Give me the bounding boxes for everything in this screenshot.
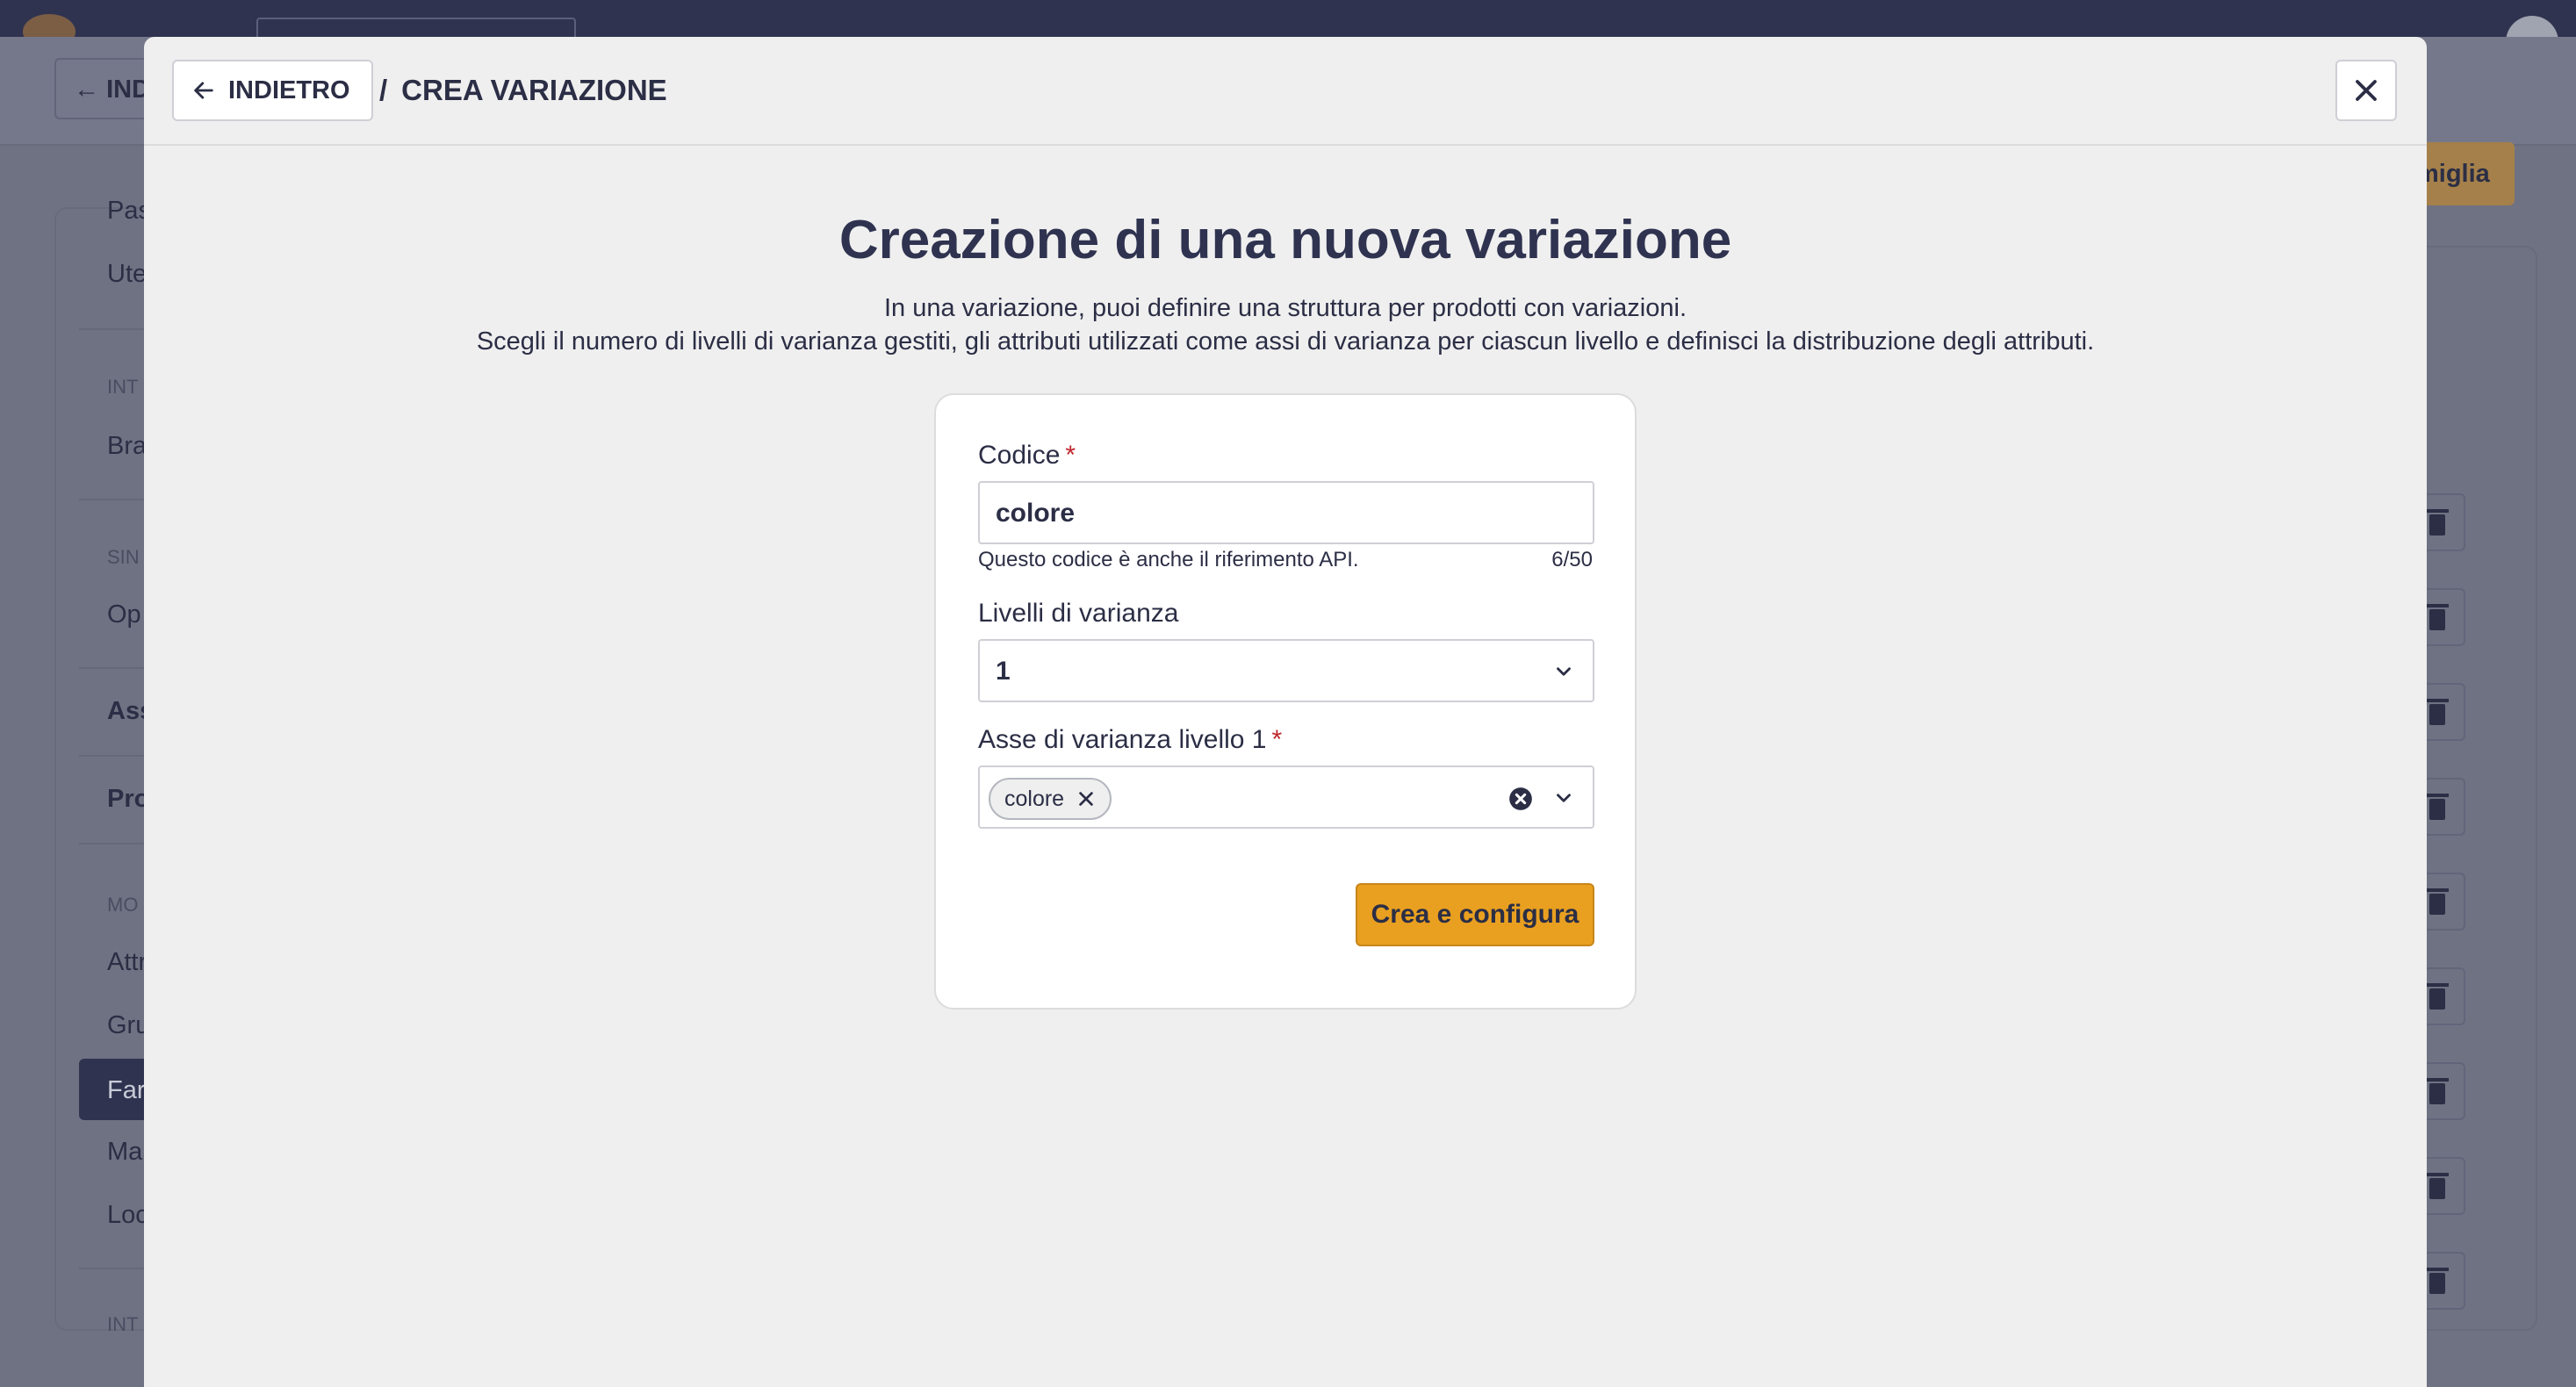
sidebar-item-label: Far [107, 1076, 146, 1104]
arrow-left-icon [194, 82, 213, 99]
clear-all-icon[interactable] [1508, 787, 1533, 811]
breadcrumb-separator: / [379, 74, 388, 106]
required-mark: * [1271, 725, 1283, 754]
code-input-value: colore [996, 499, 1076, 528]
breadcrumb: / CREA VARIAZIONE [379, 74, 667, 107]
code-label-text: Codice [978, 441, 1061, 470]
form-card: Codice * colore Questo codice è anche il … [934, 393, 1637, 1010]
sidebar-item: Loc [107, 1201, 148, 1229]
subtitle-line: In una variazione, puoi definire una str… [883, 294, 1687, 322]
sidebar-section: MO [107, 894, 139, 916]
sidebar-section: INT [107, 1313, 139, 1335]
chevron-down-icon [1557, 667, 1571, 676]
code-helper-text: Questo codice è anche il riferimento API… [978, 548, 1359, 571]
top-bar [0, 0, 2576, 68]
sidebar-section: SIN [107, 546, 140, 568]
close-icon [2356, 80, 2377, 101]
levels-select-value: 1 [996, 657, 1011, 686]
create-variation-modal: INDIETRO / CREA VARIAZIONE Creazione di u… [144, 37, 2427, 1387]
axis-multiselect[interactable]: colore [978, 765, 1594, 829]
levels-select[interactable]: 1 [978, 639, 1594, 702]
axis-chip-label: colore [1004, 786, 1065, 811]
close-button[interactable] [2335, 60, 2397, 121]
required-mark: * [1065, 441, 1076, 470]
modal-header: INDIETRO / CREA VARIAZIONE [144, 37, 2427, 146]
code-input[interactable]: colore [978, 481, 1594, 544]
sidebar-item: Attr [107, 948, 148, 976]
levels-label: Livelli di varianza [978, 599, 1179, 628]
chevron-down-icon[interactable] [1552, 787, 1575, 809]
back-button[interactable]: INDIETRO [172, 60, 373, 121]
page-subtitle: In una variazione, puoi definire una str… [144, 291, 2427, 358]
create-and-configure-button[interactable]: Crea e configura [1356, 883, 1594, 946]
subtitle-line: Scegli il numero di livelli di varianza … [476, 327, 2095, 356]
bg-primary-label: miglia [2416, 160, 2490, 188]
sidebar-item: Bra [107, 432, 148, 460]
page-title: Creazione di una nuova variazione [838, 210, 1732, 270]
sidebar-item: Ute [107, 260, 148, 288]
sidebar-item: Ma [107, 1138, 143, 1166]
axis-label: Asse di varianza livello 1 * [978, 725, 1282, 755]
submit-label: Crea e configura [1371, 900, 1579, 929]
axis-label-text: Asse di varianza livello 1 [978, 725, 1267, 754]
chip-remove-icon[interactable] [1076, 789, 1096, 808]
sidebar-item: Op [107, 600, 141, 629]
axis-chip: colore [989, 778, 1112, 820]
sidebar-section: INT [107, 376, 139, 398]
back-button-label: INDIETRO [228, 75, 350, 104]
code-char-counter: 6/50 [1551, 548, 1593, 571]
code-label: Codice * [978, 441, 1076, 471]
breadcrumb-current: CREA VARIAZIONE [401, 74, 667, 106]
